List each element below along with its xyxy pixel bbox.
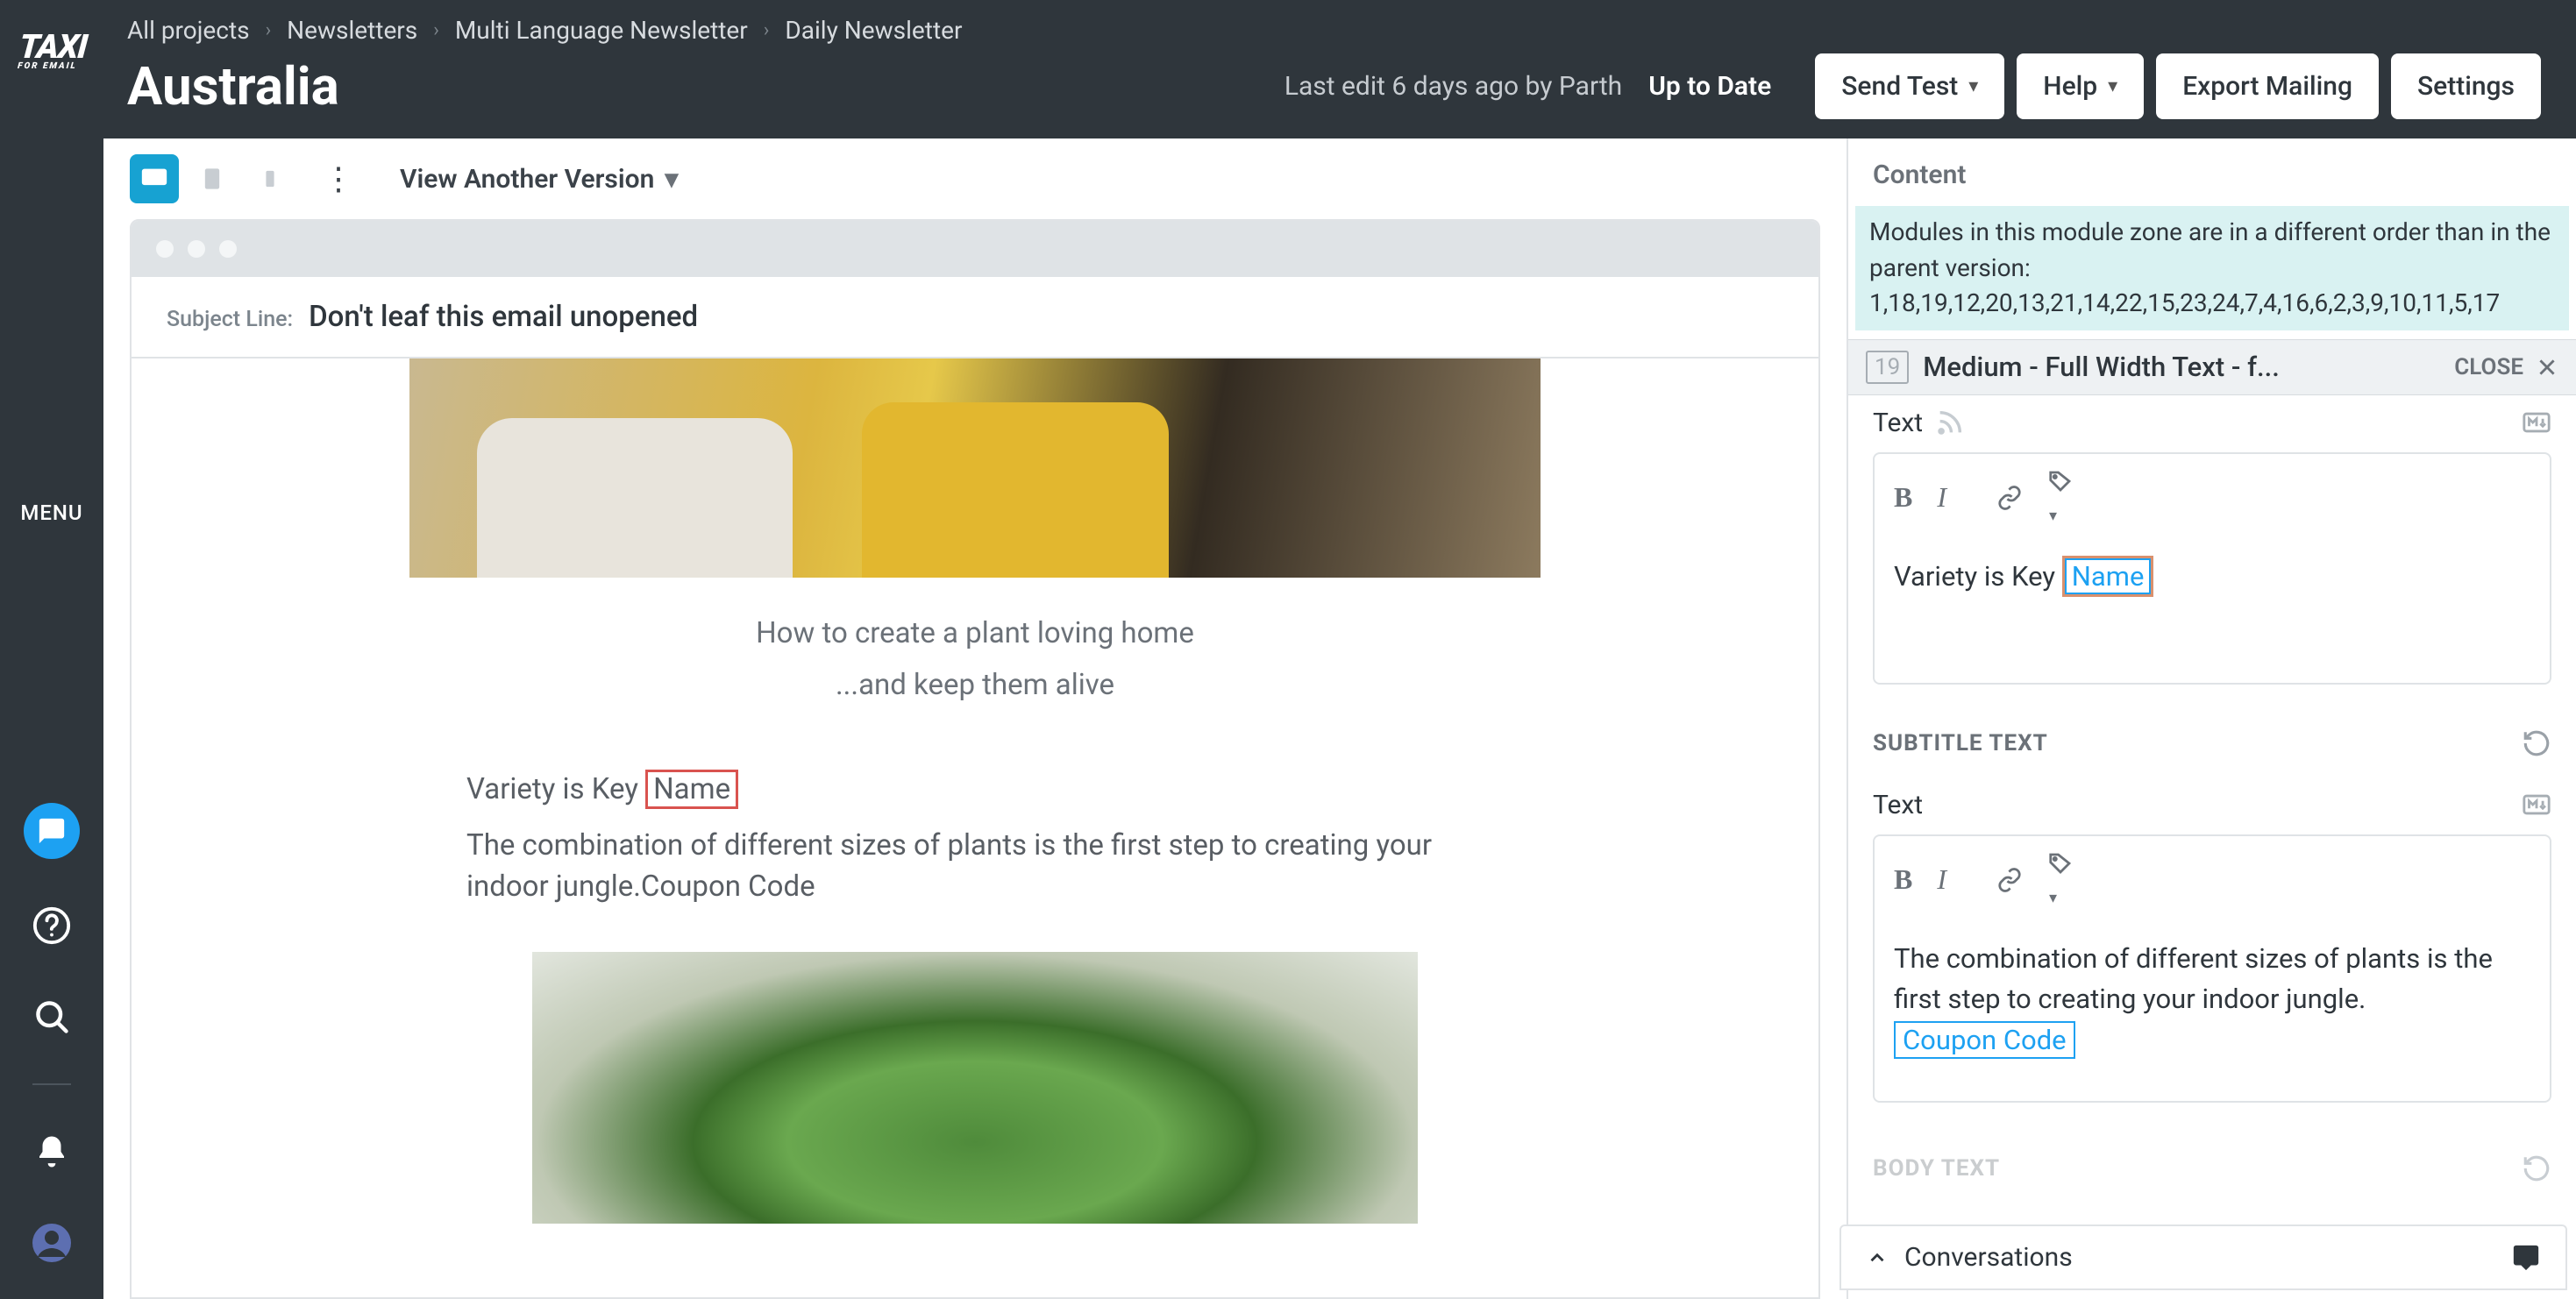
breadcrumb-item[interactable]: All projects (127, 16, 250, 45)
help-icon[interactable] (27, 901, 76, 950)
user-icon[interactable] (27, 1218, 76, 1267)
text-label: Text (1873, 408, 1923, 438)
variety-line: Variety is Key Name (466, 772, 1484, 806)
left-rail: TAXIFOR EMAIL MENU (0, 0, 103, 1299)
preview-chrome (132, 221, 1818, 277)
subtitle-editor[interactable]: B I ▾ The combination of different sizes… (1873, 834, 2551, 1104)
subject-row: Subject Line: Don't leaf this email unop… (132, 277, 1818, 358)
body-text-label: BODY TEXT (1873, 1155, 2000, 1182)
canvas-toolbar: ⋮ View Another Version▾ (103, 138, 1847, 219)
subtitle-editor-content[interactable]: The combination of different sizes of pl… (1875, 925, 2550, 1102)
bold-button[interactable]: B (1894, 481, 1912, 514)
tablet-view-button[interactable] (188, 154, 237, 203)
status-badge: Up to Date (1648, 71, 1771, 102)
email-heading: How to create a plant loving home (756, 616, 1194, 650)
email-preview: Subject Line: Don't leaf this email unop… (130, 219, 1820, 1299)
breadcrumb-item[interactable]: Daily Newsletter (785, 16, 962, 45)
reset-icon[interactable] (2522, 1153, 2551, 1183)
chat-icon[interactable] (24, 803, 80, 859)
italic-button[interactable]: I (1937, 481, 1946, 514)
view-another-version-dropdown[interactable]: View Another Version▾ (400, 164, 678, 195)
inspector-panel: Content Modules in this module zone are … (1848, 138, 2576, 1299)
bell-icon[interactable] (27, 1127, 76, 1176)
subject-text: Don't leaf this email unopened (309, 300, 698, 334)
conversations-bar[interactable]: Conversations (1839, 1224, 2567, 1290)
breadcrumb-item[interactable]: Multi Language Newsletter (455, 16, 748, 45)
page-title: Australia (127, 55, 339, 117)
chevron-up-icon (1866, 1246, 1889, 1269)
settings-button[interactable]: Settings (2391, 53, 2541, 119)
markdown-icon[interactable] (2522, 408, 2551, 437)
rss-icon (1935, 408, 1965, 437)
markdown-icon[interactable] (2522, 790, 2551, 820)
subject-label: Subject Line: (167, 307, 293, 332)
tag-button[interactable]: ▾ (2047, 850, 2074, 910)
kebab-menu-icon[interactable]: ⋮ (314, 160, 363, 197)
tag-button[interactable]: ▾ (2047, 468, 2074, 528)
breadcrumb: All projects› Newsletters› Multi Languag… (127, 16, 2541, 45)
subtitle-text-label: SUBTITLE TEXT (1873, 730, 2048, 756)
speech-icon (2511, 1243, 2541, 1273)
module-number-badge: 19 (1866, 351, 1909, 384)
title-editor[interactable]: B I ▾ Variety is Key Name (1873, 452, 2551, 685)
title-editor-content[interactable]: Variety is Key Name (1875, 543, 2550, 683)
export-mailing-button[interactable]: Export Mailing (2156, 53, 2379, 119)
bold-button[interactable]: B (1894, 863, 1912, 896)
text-label-2: Text (1873, 790, 1923, 820)
mobile-view-button[interactable] (246, 154, 295, 203)
canvas: ⋮ View Another Version▾ Subject Line: Do… (103, 138, 1848, 1299)
email-subheading: ...and keep them alive (836, 668, 1114, 702)
last-edit: Last edit 6 days ago by Parth (1284, 71, 1622, 102)
module-title: Medium - Full Width Text - f... (1923, 351, 2280, 383)
hero-image (409, 358, 1541, 578)
header: All projects› Newsletters› Multi Languag… (0, 0, 2576, 138)
email-body[interactable]: How to create a plant loving home ...and… (132, 358, 1818, 1297)
conversations-label: Conversations (1904, 1242, 2073, 1273)
menu-label[interactable]: MENU (20, 500, 82, 525)
help-button[interactable]: Help▾ (2017, 53, 2144, 119)
name-pill[interactable]: Name (2062, 556, 2154, 597)
logo: TAXIFOR EMAIL (15, 18, 89, 97)
email-body-text: The combination of different sizes of pl… (466, 826, 1484, 908)
rail-divider (32, 1083, 71, 1085)
name-placeholder-tag: Name (645, 770, 738, 809)
search-icon[interactable] (27, 992, 76, 1041)
module-order-alert: Modules in this module zone are in a dif… (1855, 206, 2569, 330)
link-button[interactable] (1996, 867, 2023, 893)
plant-image (532, 952, 1418, 1224)
desktop-view-button[interactable] (130, 154, 179, 203)
tab-content[interactable]: Content (1848, 138, 2576, 206)
link-button[interactable] (1996, 485, 2023, 511)
breadcrumb-item[interactable]: Newsletters (287, 16, 417, 45)
italic-button[interactable]: I (1937, 863, 1946, 896)
send-test-button[interactable]: Send Test▾ (1815, 53, 2004, 119)
close-module-button[interactable]: CLOSE (2454, 354, 2558, 380)
coupon-code-pill[interactable]: Coupon Code (1894, 1021, 2075, 1059)
reset-icon[interactable] (2522, 728, 2551, 758)
module-header: 19 Medium - Full Width Text - f... CLOSE (1848, 339, 2576, 395)
